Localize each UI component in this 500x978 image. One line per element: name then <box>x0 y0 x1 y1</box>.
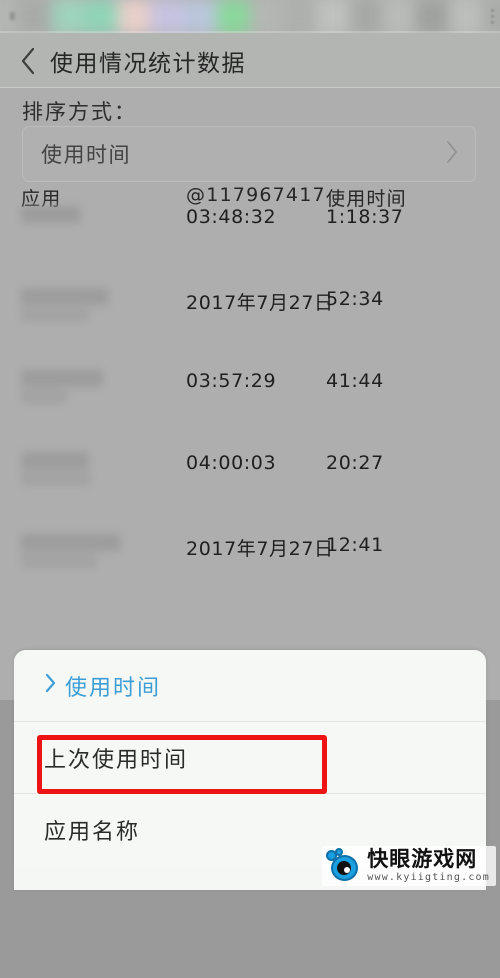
status-bar-left-icon <box>10 12 15 20</box>
page-title: 使用情况统计数据 <box>50 50 246 77</box>
status-bar-blurred-content <box>0 0 500 33</box>
sheet-option-2[interactable]: 上次使用时间 <box>14 722 486 794</box>
cell-last-used: 03:57:29 <box>186 370 326 392</box>
cell-usage-time: 52:34 <box>326 288 486 310</box>
app-header: 使用情况统计数据 <box>0 33 500 88</box>
status-bar-right-icons <box>491 9 494 25</box>
cell-usage-time-value: 1:18:37 <box>326 206 404 228</box>
cell-last-used-value: 03:48:32 <box>186 206 277 228</box>
cell-usage-time: 12:41 <box>326 534 486 556</box>
watermark-title: 快眼游戏网 <box>367 847 478 871</box>
cell-usage-time: 41:44 <box>326 370 486 392</box>
table-row[interactable]: 03:48:32 1:18:37 <box>0 206 500 288</box>
back-button[interactable] <box>6 46 48 76</box>
blurred-app-name <box>21 288 186 322</box>
table-row[interactable]: 03:57:29 41:44 <box>0 370 500 452</box>
watermark-url: www.kyiigting.com <box>367 872 490 883</box>
blurred-app-name <box>21 206 186 223</box>
cell-app-name <box>0 206 186 226</box>
site-watermark: 快眼游戏网 www.kyiigting.com <box>322 846 496 886</box>
blurred-app-name <box>21 370 186 404</box>
table-row[interactable]: 2017年7月27日 52:34 <box>0 288 500 370</box>
sheet-option-label: 使用时间 <box>65 675 162 701</box>
table-row[interactable]: 04:00:03 20:27 <box>0 452 500 534</box>
table-header-row: 应用 @117967417 使用时间 <box>0 184 500 210</box>
sort-selector[interactable]: 使用时间 <box>22 126 476 182</box>
cell-last-used-value: 04:00:03 <box>186 452 277 474</box>
sort-selector-value: 使用时间 <box>41 143 131 167</box>
cell-last-used-value: 03:57:29 <box>186 370 277 392</box>
cell-last-used-value: 2017年7月27日 <box>186 292 334 314</box>
cell-usage-time-value: 20:27 <box>326 452 384 474</box>
status-bar <box>0 0 500 33</box>
sort-label: 排序方式： <box>22 100 137 124</box>
cell-usage-time-value: 52:34 <box>326 288 384 310</box>
cell-app-name <box>0 452 186 489</box>
eye-logo-icon <box>326 848 362 882</box>
cell-usage-time: 1:18:37 <box>326 206 486 228</box>
cell-app-name <box>0 370 186 407</box>
usage-table: 应用 @117967417 使用时间 03:48:32 1:18:37 2017年7月27… <box>0 184 500 616</box>
blurred-app-name <box>21 452 186 486</box>
chevron-right-icon <box>44 672 57 699</box>
table-column-header: @117967417 <box>186 184 326 206</box>
sheet-option-label: 上次使用时间 <box>44 747 189 773</box>
cell-usage-time: 20:27 <box>326 452 486 474</box>
sheet-option-1[interactable]: 使用时间 <box>14 650 486 722</box>
cell-last-used: 2017年7月27日 <box>186 288 333 315</box>
chevron-left-icon <box>19 46 36 76</box>
cell-app-name <box>0 534 186 571</box>
cell-app-name <box>0 288 186 325</box>
chevron-right-icon <box>445 139 459 170</box>
cell-last-used: 03:48:32 <box>186 206 326 228</box>
sheet-option-label: 应用名称 <box>44 820 141 845</box>
cell-last-used: 04:00:03 <box>186 452 326 474</box>
cell-last-used-value: 2017年7月27日 <box>186 538 334 560</box>
cell-last-used: 2017年7月27日 <box>186 534 333 561</box>
table-column-header-label: @117967417 <box>186 184 326 206</box>
cell-usage-time-value: 41:44 <box>326 370 384 392</box>
blurred-app-name <box>21 534 186 568</box>
table-row[interactable]: 2017年7月27日 12:41 <box>0 534 500 616</box>
cell-usage-time-value: 12:41 <box>326 534 384 556</box>
